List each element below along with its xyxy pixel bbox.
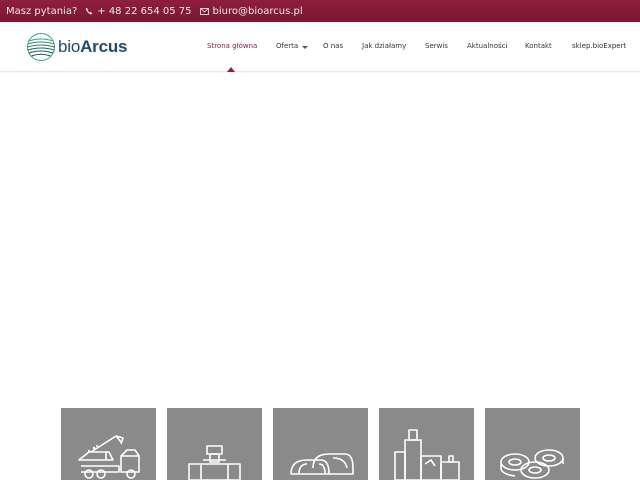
silage-mounds-icon <box>290 453 354 475</box>
dump-truck-icon <box>78 435 140 479</box>
chevron-down-icon <box>302 46 308 49</box>
phone-icon <box>85 7 93 15</box>
logo-text: bioArcus <box>58 37 128 56</box>
contact-question: Masz pytania? <box>6 5 78 17</box>
email-link[interactable]: biuro@bioarcus.pl <box>199 5 303 17</box>
site-header: bioArcus Strona główna Oferta O nas Jak … <box>0 22 640 72</box>
bale-wraps-icon <box>500 449 564 479</box>
nav-item-news[interactable]: Aktualności <box>467 42 507 50</box>
offer-tile[interactable] <box>273 408 368 480</box>
hero-area <box>0 73 640 403</box>
factory-icon <box>394 429 460 480</box>
nav-item-shop[interactable]: sklep.bioExpert <box>572 42 626 50</box>
active-nav-indicator <box>227 67 235 72</box>
offer-tile[interactable] <box>379 408 474 480</box>
offer-tile[interactable] <box>485 408 580 480</box>
nav-item-home[interactable]: Strona główna <box>207 42 257 50</box>
offer-tile[interactable] <box>167 408 262 480</box>
phone-link[interactable]: + 48 22 654 05 75 <box>85 5 192 17</box>
pipe-valve-icon <box>188 445 241 480</box>
nav-item-how-we-work[interactable]: Jak działamy <box>362 42 406 50</box>
email-address: biuro@bioarcus.pl <box>212 5 303 17</box>
nav-item-contact[interactable]: Kontakt <box>525 42 552 50</box>
contact-bar: Masz pytania? + 48 22 654 05 75 biuro@bi… <box>0 0 640 22</box>
phone-number: + 48 22 654 05 75 <box>97 5 192 17</box>
offer-tile[interactable] <box>61 408 156 480</box>
nav-item-about[interactable]: O nas <box>323 42 343 50</box>
bioarcus-logo-icon <box>27 33 55 61</box>
logo-link[interactable]: bioArcus <box>26 32 127 62</box>
envelope-icon <box>199 7 209 15</box>
nav-item-offer[interactable]: Oferta <box>276 42 298 50</box>
nav-item-service[interactable]: Serwis <box>425 42 448 50</box>
